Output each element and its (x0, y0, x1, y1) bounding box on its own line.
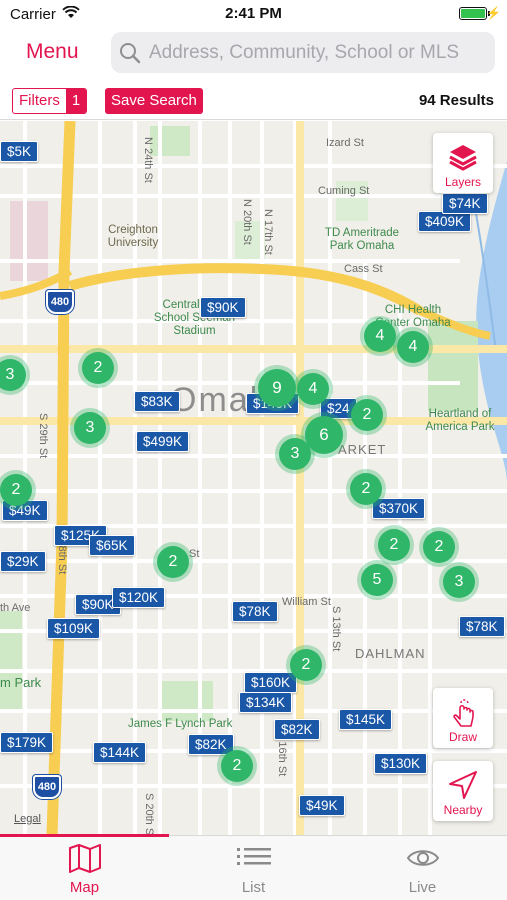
street-label: St (189, 548, 200, 560)
tab-live[interactable]: Live (338, 836, 507, 900)
cluster-marker[interactable]: 2 (157, 546, 189, 578)
header: Menu Address, Community, School or MLS (0, 28, 507, 80)
cluster-marker[interactable]: 4 (364, 320, 396, 352)
search-input[interactable]: Address, Community, School or MLS (111, 32, 495, 73)
price-pin[interactable]: $144K (93, 742, 147, 763)
draw-button[interactable]: Draw (433, 688, 493, 748)
interstate-480-shield-south: 480 (33, 775, 61, 799)
tab-list-label: List (241, 879, 266, 896)
layers-icon (449, 145, 477, 171)
filters-button[interactable]: Filters 1 (12, 88, 88, 114)
street-label: Izard St (326, 137, 364, 149)
tab-map[interactable]: Map (0, 836, 169, 900)
price-pin[interactable]: $409K (418, 211, 472, 232)
nearby-label: Nearby (443, 803, 483, 817)
price-pin[interactable]: $499K (136, 431, 190, 452)
cluster-marker[interactable]: 2 (0, 474, 32, 506)
price-pin[interactable]: $160K (244, 672, 298, 693)
map-icon (69, 844, 101, 873)
location-arrow-icon (449, 771, 477, 799)
price-pin[interactable]: $82K (274, 719, 320, 740)
price-pin[interactable]: $82K (188, 734, 234, 755)
price-pin[interactable]: $78K (232, 601, 278, 622)
price-pin[interactable]: $120K (112, 587, 166, 608)
poi-park: m Park (0, 675, 42, 690)
layers-label: Layers (444, 175, 482, 189)
filters-count-badge: 1 (65, 89, 87, 113)
clock: 2:41 PM (225, 5, 282, 22)
street-label: N 24th St (142, 137, 154, 183)
cluster-marker[interactable]: 9 (258, 369, 296, 407)
draw-hand-icon (453, 699, 474, 727)
tab-list[interactable]: List (169, 836, 338, 900)
cluster-marker[interactable]: 3 (443, 566, 475, 598)
price-pin[interactable]: $134K (239, 692, 293, 713)
street-label: th Ave (0, 602, 31, 614)
status-bar: Carrier 2:41 PM ⚡ (0, 0, 507, 28)
price-pin[interactable]: $74K (442, 193, 488, 214)
list-icon (237, 848, 271, 865)
price-pin[interactable]: $130K (374, 753, 428, 774)
price-pin[interactable]: $179K (0, 732, 54, 753)
cluster-marker[interactable]: 2 (290, 649, 322, 681)
interstate-480-shield-north: 480 (46, 290, 74, 314)
price-pin[interactable]: $109K (47, 618, 101, 639)
nearby-button[interactable]: Nearby (433, 761, 493, 821)
street-label: Cass St (344, 263, 383, 275)
cluster-marker[interactable]: 3 (279, 438, 311, 470)
street-label: N 17th St (262, 209, 274, 255)
cluster-marker[interactable]: 2 (378, 529, 410, 561)
price-pin[interactable]: $145K (339, 709, 393, 730)
tab-bar: Map List Live (0, 834, 507, 900)
street-label: Cuming St (318, 185, 370, 197)
street-label: S 29th St (37, 413, 49, 459)
cluster-marker[interactable]: 5 (361, 564, 393, 596)
menu-button[interactable]: Menu (26, 40, 79, 64)
cluster-marker[interactable]: 2 (350, 473, 382, 505)
street-label: S 20th St (143, 793, 155, 835)
battery-icon (459, 7, 490, 20)
tab-map-label: Map (69, 879, 100, 896)
cluster-marker[interactable]: 4 (297, 373, 329, 405)
cluster-marker[interactable]: 3 (74, 412, 106, 444)
poi-td-ameritrade-park: TD Ameritrade Park Omaha (324, 227, 400, 252)
results-count: 94 Results (418, 92, 494, 109)
price-pin[interactable]: $65K (89, 535, 135, 556)
save-search-button[interactable]: Save Search (105, 88, 203, 114)
price-pin[interactable]: $90K (200, 297, 246, 318)
draw-label: Draw (448, 730, 477, 744)
filter-toolbar: Filters 1 Save Search 94 Results (0, 80, 507, 120)
filters-label: Filters (19, 92, 60, 109)
price-pin[interactable]: $83K (134, 391, 180, 412)
search-icon (120, 43, 141, 64)
cluster-marker[interactable]: 4 (397, 331, 429, 363)
street-label: S 13th St (330, 606, 342, 652)
price-pin[interactable]: $49K (299, 795, 345, 816)
price-pin[interactable]: $370K (372, 498, 426, 519)
price-pin[interactable]: $5K (0, 141, 39, 162)
map-view[interactable]: 480 480 N 24th St N 17th St N 20th St Iz… (0, 121, 507, 835)
legal-link[interactable]: Legal (14, 813, 41, 825)
cluster-marker[interactable]: 2 (82, 352, 114, 384)
price-pin[interactable]: $29K (0, 551, 46, 572)
price-pin[interactable]: $78K (459, 616, 505, 637)
street-label: William St (282, 596, 331, 608)
street-label: N 20th St (241, 199, 253, 245)
eye-icon (406, 850, 440, 866)
poi-james-f-lynch-park: James F Lynch Park (128, 718, 233, 730)
poi-creighton-university: Creighton University (107, 224, 159, 249)
poi-dahlman: DAHLMAN (355, 646, 426, 661)
cluster-marker[interactable]: 2 (423, 531, 455, 563)
cluster-marker[interactable]: 6 (305, 416, 343, 454)
tab-live-label: Live (408, 879, 437, 896)
cluster-marker[interactable]: 2 (351, 399, 383, 431)
layers-button[interactable]: Layers (433, 133, 493, 193)
charging-icon: ⚡ (486, 6, 501, 20)
poi-heartland-of-america-park: Heartland of America Park (425, 408, 495, 433)
search-placeholder: Address, Community, School or MLS (149, 42, 460, 63)
poi-market-district: ARKET (338, 442, 387, 457)
cluster-marker[interactable]: 2 (221, 750, 253, 782)
